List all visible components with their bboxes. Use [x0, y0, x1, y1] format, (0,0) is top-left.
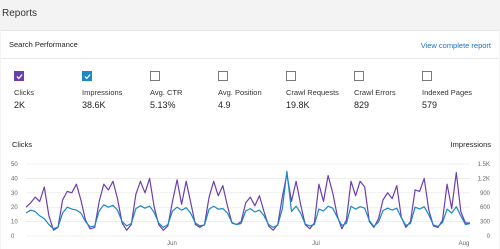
reports-header: Reports: [0, 0, 500, 30]
x-tick-label: Jun: [167, 241, 177, 247]
left-tick-label: 40: [11, 176, 18, 182]
right-tick-label: 1.5K: [478, 162, 490, 168]
x-tick-label: Jul: [312, 241, 320, 247]
performance-chart[interactable]: 0 0 10 300 20 600 30 900 40 1.2K 50 1.5K Jun Jul Aug: [0, 30, 500, 248]
right-tick-label: 300: [480, 220, 491, 226]
x-tick-label: Aug: [459, 241, 470, 247]
right-tick-label: 600: [480, 205, 491, 211]
left-tick-label: 10: [11, 220, 18, 226]
page-title: Reports: [2, 8, 38, 19]
left-tick-label: 50: [11, 162, 18, 168]
left-tick-label: 20: [11, 205, 18, 211]
left-tick-label: 0: [11, 234, 15, 240]
left-tick-label: 30: [11, 191, 18, 197]
right-tick-label: 900: [480, 191, 491, 197]
right-tick-label: 1.2K: [478, 176, 490, 182]
right-tick-label: 0: [487, 234, 491, 240]
